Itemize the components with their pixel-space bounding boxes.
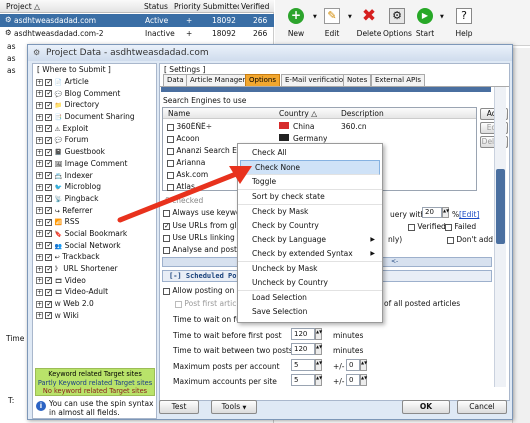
arrow-shaft (117, 171, 239, 223)
annotation-arrow (117, 166, 252, 223)
